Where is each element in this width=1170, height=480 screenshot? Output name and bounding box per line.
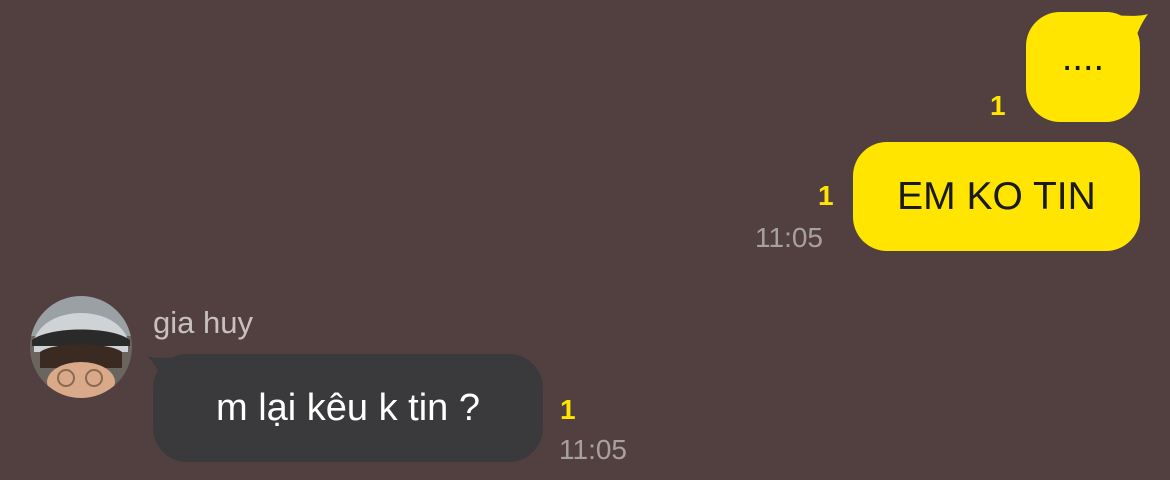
message-text: .... (1061, 37, 1105, 79)
avatar-photo-icon (30, 296, 132, 398)
outgoing-message-bubble[interactable]: EM KO TIN (853, 142, 1140, 251)
unread-count: 1 (560, 394, 576, 425)
incoming-message-bubble[interactable]: m lại kêu k tin ? (153, 354, 543, 462)
sender-avatar[interactable] (30, 296, 132, 398)
message-text: EM KO TIN (897, 175, 1096, 218)
chat-thread[interactable]: .... 1 EM KO TIN 1 11:05 gia huy m lại k… (0, 0, 1170, 480)
message-timestamp: 11:05 (559, 434, 627, 465)
outgoing-message-bubble[interactable]: .... (1026, 12, 1140, 122)
unread-count: 1 (818, 180, 834, 211)
message-timestamp: 11:05 (755, 222, 823, 253)
message-text: m lại kêu k tin ? (216, 387, 480, 429)
sender-name: gia huy (153, 305, 253, 340)
unread-count: 1 (990, 90, 1006, 121)
